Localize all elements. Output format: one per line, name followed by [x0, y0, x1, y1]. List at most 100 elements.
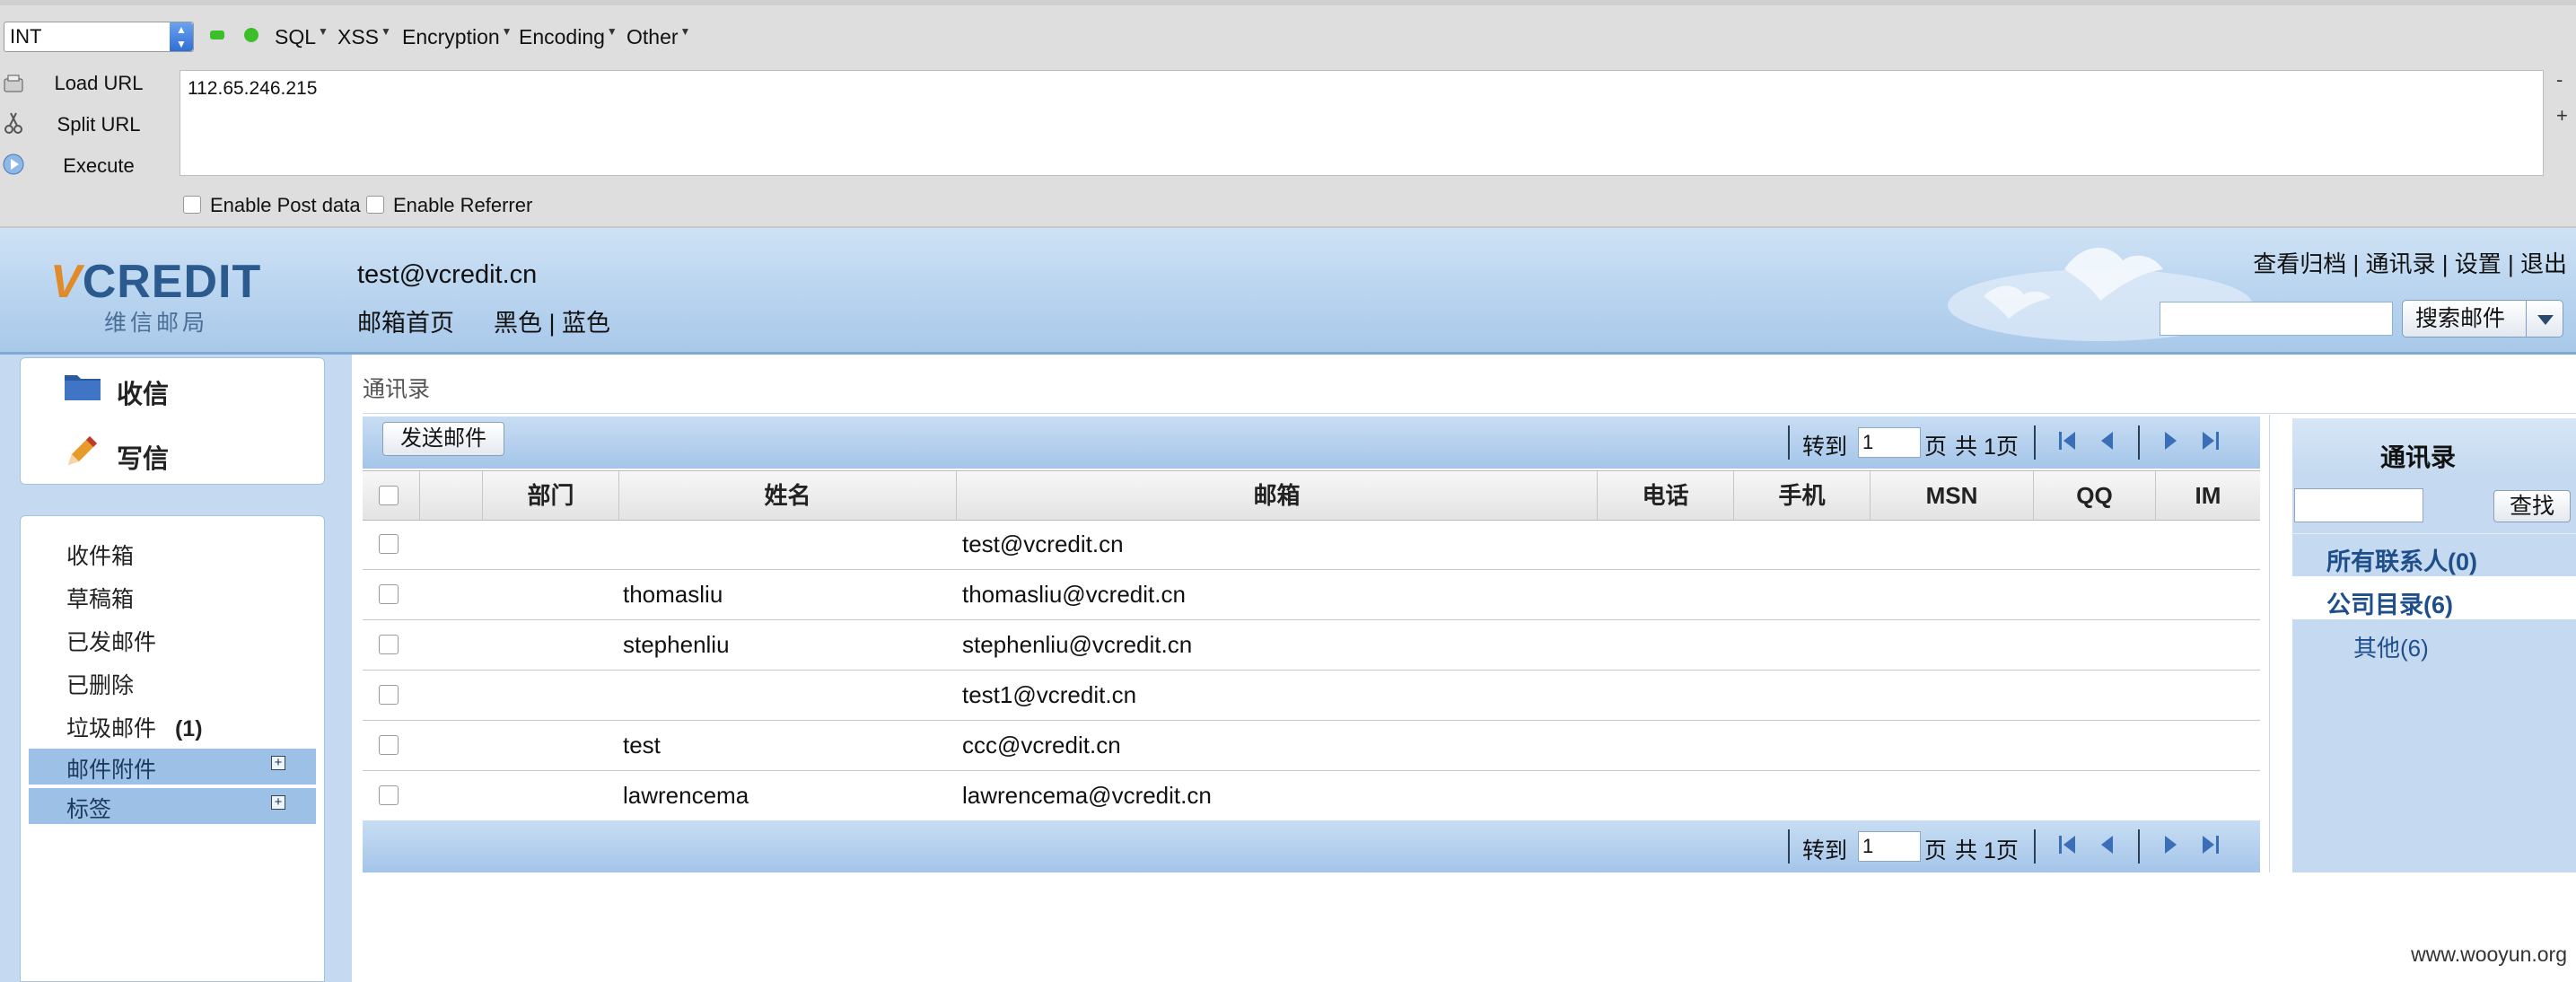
pager-separator — [2138, 425, 2140, 460]
folder-sent[interactable]: 已发邮件 — [66, 625, 156, 657]
skin-black-link[interactable]: 黑色 — [494, 310, 542, 337]
load-url-icon[interactable] — [2, 72, 25, 95]
link-separator: | — [2508, 250, 2520, 277]
hackbar-top-strip — [0, 0, 2576, 5]
archive-link[interactable]: 查看归档 — [2253, 250, 2346, 277]
next-page-icon[interactable] — [2160, 429, 2181, 452]
last-page-icon[interactable] — [2199, 429, 2221, 452]
vcredit-logo[interactable]: VCREDIT 维信邮局 — [50, 253, 284, 336]
first-page-icon[interactable] — [2057, 429, 2079, 452]
search-mail-button[interactable]: 搜索邮件 — [2402, 300, 2563, 338]
company-directory-link[interactable]: 公司目录(6) — [2326, 585, 2453, 620]
enable-referrer-checkbox[interactable] — [366, 196, 384, 214]
split-url-button[interactable]: Split URL — [36, 113, 162, 136]
contact-search-input[interactable] — [2294, 488, 2423, 522]
page-number-input[interactable]: 1 — [1858, 831, 1921, 862]
col-phone[interactable]: 电话 — [1598, 471, 1734, 520]
url-textarea[interactable]: 112.65.246.215 — [180, 70, 2544, 176]
execute-play-icon[interactable] — [2, 153, 25, 176]
first-page-icon[interactable] — [2057, 833, 2079, 856]
col-im[interactable]: IM — [2156, 471, 2260, 520]
col-qq[interactable]: QQ — [2034, 471, 2156, 520]
row-checkbox[interactable] — [379, 584, 399, 604]
menu-encryption[interactable]: Encryption ▼ — [402, 25, 513, 49]
prev-page-icon[interactable] — [2097, 429, 2118, 452]
row-checkbox[interactable] — [379, 635, 399, 654]
menu-encoding[interactable]: Encoding ▼ — [519, 25, 618, 49]
table-row[interactable]: lawrencema lawrencema@vcredit.cn — [363, 770, 2260, 821]
load-url-button[interactable]: Load URL — [36, 72, 162, 95]
logo-brand: VCREDIT — [50, 256, 262, 308]
mail-home-link[interactable]: 邮箱首页 — [357, 303, 454, 338]
page-number-input[interactable]: 1 — [1858, 427, 1921, 458]
row-checkbox[interactable] — [379, 685, 399, 705]
hackbar-toolbar: INT ▲ ▼ SQL ▼ XSS ▼ Encryption ▼ Encoding ▼ O… — [0, 0, 2576, 228]
zoom-minus-button[interactable]: - — [2556, 68, 2563, 92]
select-all-checkbox[interactable] — [379, 486, 399, 505]
folder-icon — [65, 375, 101, 400]
caret-down-icon: ▼ — [501, 25, 513, 38]
settings-link[interactable]: 设置 — [2455, 250, 2502, 277]
row-name: stephenliu — [623, 631, 730, 658]
col-blank — [420, 471, 483, 520]
menu-sql[interactable]: SQL ▼ — [275, 25, 329, 49]
col-mobile[interactable]: 手机 — [1734, 471, 1871, 520]
scissors-icon[interactable] — [2, 111, 25, 135]
expand-plus-icon[interactable]: + — [271, 756, 285, 770]
row-email[interactable]: ccc@vcredit.cn — [962, 720, 1121, 770]
hackbar-type-select-value: INT — [10, 25, 42, 48]
address-book-link[interactable]: 通讯录 — [2366, 250, 2436, 277]
table-row[interactable]: thomasliu thomasliu@vcredit.cn — [363, 569, 2260, 620]
table-row[interactable]: test@vcredit.cn — [363, 519, 2260, 570]
contacts-panel — [2292, 418, 2576, 872]
row-checkbox[interactable] — [379, 735, 399, 755]
mail-header: VCREDIT 维信邮局 test@vcredit.cn 邮箱首页 黑色 | 蓝… — [0, 228, 2576, 355]
menu-xss[interactable]: XSS ▼ — [337, 25, 391, 49]
row-email[interactable]: thomasliu@vcredit.cn — [962, 569, 1186, 619]
enable-post-data-label: Enable Post data — [210, 194, 361, 216]
page-total-label: 共 1页 — [1955, 434, 2019, 460]
col-email[interactable]: 邮箱 — [957, 471, 1598, 520]
prev-page-icon[interactable] — [2097, 833, 2118, 856]
receive-mail-button[interactable]: 收信 — [117, 373, 169, 411]
logout-link[interactable]: 退出 — [2520, 250, 2567, 277]
expand-plus-icon[interactable]: + — [271, 795, 285, 810]
last-page-icon[interactable] — [2199, 833, 2221, 856]
enable-post-data-checkbox[interactable] — [183, 196, 201, 214]
row-checkbox[interactable] — [379, 534, 399, 554]
send-mail-button[interactable]: 发送邮件 — [382, 422, 504, 456]
folder-drafts[interactable]: 草稿箱 — [66, 582, 134, 614]
mail-search-input[interactable] — [2160, 302, 2393, 336]
plus-green-icon[interactable] — [244, 28, 258, 42]
row-checkbox[interactable] — [379, 785, 399, 805]
other-group-link[interactable]: 其他(6) — [2353, 630, 2429, 663]
row-email[interactable]: lawrencema@vcredit.cn — [962, 770, 1212, 820]
folder-inbox[interactable]: 收件箱 — [66, 539, 134, 571]
next-page-icon[interactable] — [2160, 833, 2181, 856]
enable-referrer-label: Enable Referrer — [393, 194, 533, 216]
col-msn[interactable]: MSN — [1871, 471, 2034, 520]
zoom-plus-button[interactable]: + — [2556, 104, 2568, 127]
page-unit-label: 页 — [1924, 838, 1948, 864]
row-email[interactable]: stephenliu@vcredit.cn — [962, 619, 1192, 670]
table-row[interactable]: stephenliu stephenliu@vcredit.cn — [363, 619, 2260, 671]
table-row[interactable]: test1@vcredit.cn — [363, 670, 2260, 721]
contact-find-button[interactable]: 查找 — [2493, 490, 2571, 522]
row-name: test — [623, 732, 661, 758]
pencil-icon — [68, 436, 97, 465]
skin-blue-link[interactable]: 蓝色 — [562, 310, 610, 337]
folder-spam[interactable]: 垃圾邮件 (1) — [66, 711, 203, 743]
compose-button[interactable]: 写信 — [117, 438, 169, 476]
col-department[interactable]: 部门 — [483, 471, 619, 520]
table-row[interactable]: test ccc@vcredit.cn — [363, 720, 2260, 771]
menu-other[interactable]: Other ▼ — [626, 25, 690, 49]
execute-button[interactable]: Execute — [36, 154, 162, 178]
hackbar-type-select[interactable]: INT ▲ ▼ — [4, 22, 194, 52]
folder-deleted[interactable]: 已删除 — [66, 668, 134, 700]
row-email[interactable]: test1@vcredit.cn — [962, 670, 1136, 720]
minus-green-icon[interactable] — [210, 31, 224, 39]
row-email[interactable]: test@vcredit.cn — [962, 519, 1124, 569]
col-name[interactable]: 姓名 — [619, 471, 957, 520]
all-contacts-link[interactable]: 所有联系人(0) — [2326, 542, 2477, 577]
dropdown-arrow-icon[interactable] — [2526, 301, 2563, 337]
